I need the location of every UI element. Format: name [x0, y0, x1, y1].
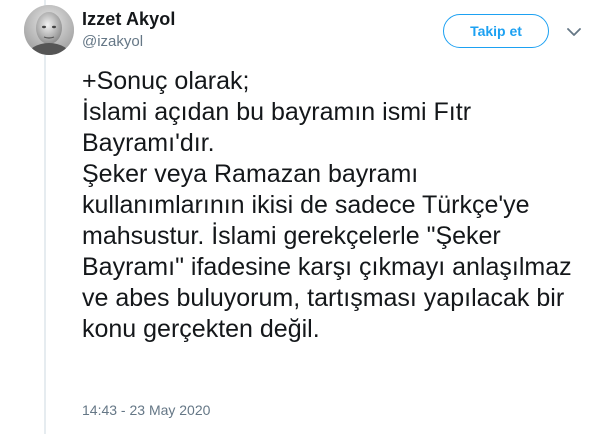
author-handle[interactable]: @izakyol — [82, 33, 143, 50]
follow-button[interactable]: Takip et — [443, 14, 549, 48]
tweet-timestamp[interactable]: 14:43 - 23 May 2020 — [82, 402, 210, 418]
tweet-card: Izzet Akyol @izakyol Takip et +Sonuç ola… — [0, 0, 596, 434]
more-options-button[interactable] — [564, 22, 584, 42]
avatar-image — [24, 5, 74, 55]
tweet-text: +Sonuç olarak; İslami açıdan bu bayramın… — [82, 67, 572, 343]
thread-line — [44, 0, 46, 434]
chevron-down-icon — [567, 27, 581, 36]
author-name[interactable]: Izzet Akyol — [82, 9, 175, 30]
avatar[interactable] — [24, 5, 74, 55]
